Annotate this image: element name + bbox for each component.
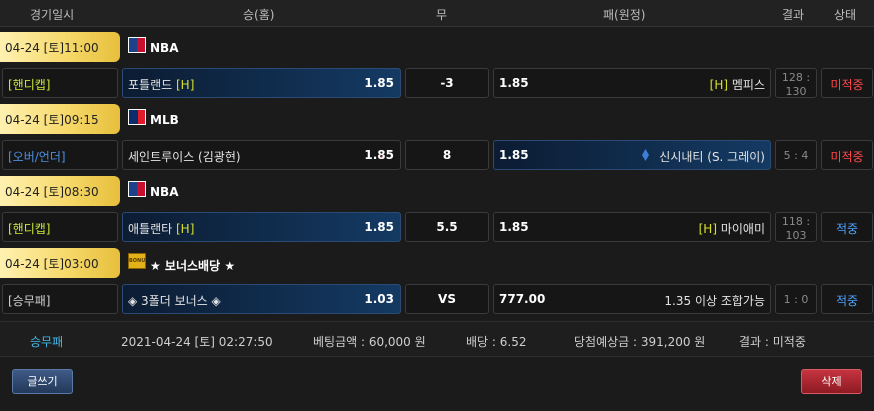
summary-type: 승무패 [30, 335, 64, 349]
header-status: 상태 [834, 8, 857, 22]
away-team: 신시내티 (S. 그레이) [659, 150, 765, 164]
bet-row: [오버/언더] 세인트루이스 (김광현) 1.85 8 1.85 신시내티 (S… [0, 136, 874, 172]
under-arrow-icon [642, 149, 649, 161]
bet-type: [오버/언더] [2, 140, 118, 170]
away-pick[interactable]: 1.85 [H] 마이애미 [493, 212, 771, 242]
home-pick[interactable]: 세인트루이스 (김광현) 1.85 [122, 140, 401, 170]
versus-label[interactable]: VS [405, 284, 489, 314]
header-result: 결과 [782, 8, 805, 22]
status-badge: 적중 [821, 284, 873, 314]
header-date: 경기일시 [30, 8, 75, 22]
game-date-row: 04-24 [토]03:00 BONUS ★ 보너스배당 ★ [0, 248, 874, 278]
header-away: 패(원정) [603, 8, 646, 22]
total-line-value[interactable]: 8 [405, 140, 489, 170]
home-team: 세인트루이스 (김광현) [128, 150, 241, 164]
bet-summary: 승무패 2021-04-24 [토] 02:27:50 베팅금액 : 60,00… [0, 321, 874, 357]
home-pick[interactable]: 포틀랜드 [H] 1.85 [122, 68, 401, 98]
league-name: MLB [150, 113, 179, 127]
league-name: ★ 보너스배당 ★ [150, 259, 236, 273]
game-score: 1 : 0 [775, 284, 817, 314]
away-team: [H] 마이애미 [698, 222, 765, 236]
home-pick[interactable]: ◈ 3폴더 보너스 ◈ 1.03 [122, 284, 401, 314]
nba-logo-icon [128, 181, 146, 197]
summary-bet-amount: 베팅금액 : 60,000 원 [313, 335, 426, 349]
home-team: 애틀랜타 [H] [128, 222, 195, 236]
game-score: 5 : 4 [775, 140, 817, 170]
summary-odds: 배당 : 6.52 [466, 335, 527, 349]
header-draw: 무 [436, 8, 448, 22]
game-date-row: 04-24 [토]09:15 MLB [0, 104, 874, 134]
game-date: 04-24 [토]09:15 [0, 104, 120, 134]
bet-type: [승무패] [2, 284, 118, 314]
handicap-value[interactable]: -3 [405, 68, 489, 98]
home-team: 포틀랜드 [H] [128, 78, 195, 92]
bet-row: [승무패] ◈ 3폴더 보너스 ◈ 1.03 VS 777.00 1.35 이상… [0, 280, 874, 316]
away-team: 1.35 이상 조합가능 [664, 294, 765, 308]
header-home: 승(홈) [243, 8, 275, 22]
game-date-row: 04-24 [토]11:00 NBA [0, 32, 874, 62]
home-odds: 1.85 [364, 220, 394, 234]
bonus-icon: BONUS [128, 253, 146, 269]
away-team: [H] 멤피스 [709, 78, 765, 92]
status-badge: 미적중 [821, 68, 873, 98]
away-pick[interactable]: 777.00 1.35 이상 조합가능 [493, 284, 771, 314]
away-odds: 1.85 [499, 220, 529, 234]
away-odds: 1.85 [499, 148, 529, 162]
summary-result: 결과 : 미적중 [739, 335, 806, 349]
summary-expected-win: 당첨예상금 : 391,200 원 [574, 335, 706, 349]
game-score: 118 : 103 [775, 212, 817, 242]
away-odds: 777.00 [499, 292, 546, 306]
away-pick[interactable]: 1.85 [H] 멤피스 [493, 68, 771, 98]
status-badge: 미적중 [821, 140, 873, 170]
league-name: NBA [150, 185, 179, 199]
game-date: 04-24 [토]03:00 [0, 248, 120, 278]
away-pick[interactable]: 1.85 신시내티 (S. 그레이) [493, 140, 771, 170]
home-odds: 1.85 [364, 148, 394, 162]
bet-row: [핸디캡] 애틀랜타 [H] 1.85 5.5 1.85 [H] 마이애미 11… [0, 208, 874, 244]
nba-logo-icon [128, 37, 146, 53]
delete-button[interactable]: 삭제 [801, 369, 862, 394]
home-odds: 1.03 [364, 292, 394, 306]
home-pick[interactable]: 애틀랜타 [H] 1.85 [122, 212, 401, 242]
game-date-row: 04-24 [토]08:30 NBA [0, 176, 874, 206]
mlb-logo-icon [128, 109, 146, 125]
write-button[interactable]: 글쓰기 [12, 369, 73, 394]
status-badge: 적중 [821, 212, 873, 242]
away-odds: 1.85 [499, 76, 529, 90]
table-header: 경기일시 승(홈) 무 패(원정) 결과 상태 [0, 0, 874, 27]
bet-type: [핸디캡] [2, 68, 118, 98]
home-team: ◈ 3폴더 보너스 ◈ [128, 294, 221, 308]
bet-row: [핸디캡] 포틀랜드 [H] 1.85 -3 1.85 [H] 멤피스 128 … [0, 64, 874, 100]
handicap-value[interactable]: 5.5 [405, 212, 489, 242]
game-date: 04-24 [토]11:00 [0, 32, 120, 62]
bet-type: [핸디캡] [2, 212, 118, 242]
home-odds: 1.85 [364, 76, 394, 90]
game-date: 04-24 [토]08:30 [0, 176, 120, 206]
game-score: 128 : 130 [775, 68, 817, 98]
summary-datetime: 2021-04-24 [토] 02:27:50 [121, 335, 273, 349]
league-name: NBA [150, 41, 179, 55]
